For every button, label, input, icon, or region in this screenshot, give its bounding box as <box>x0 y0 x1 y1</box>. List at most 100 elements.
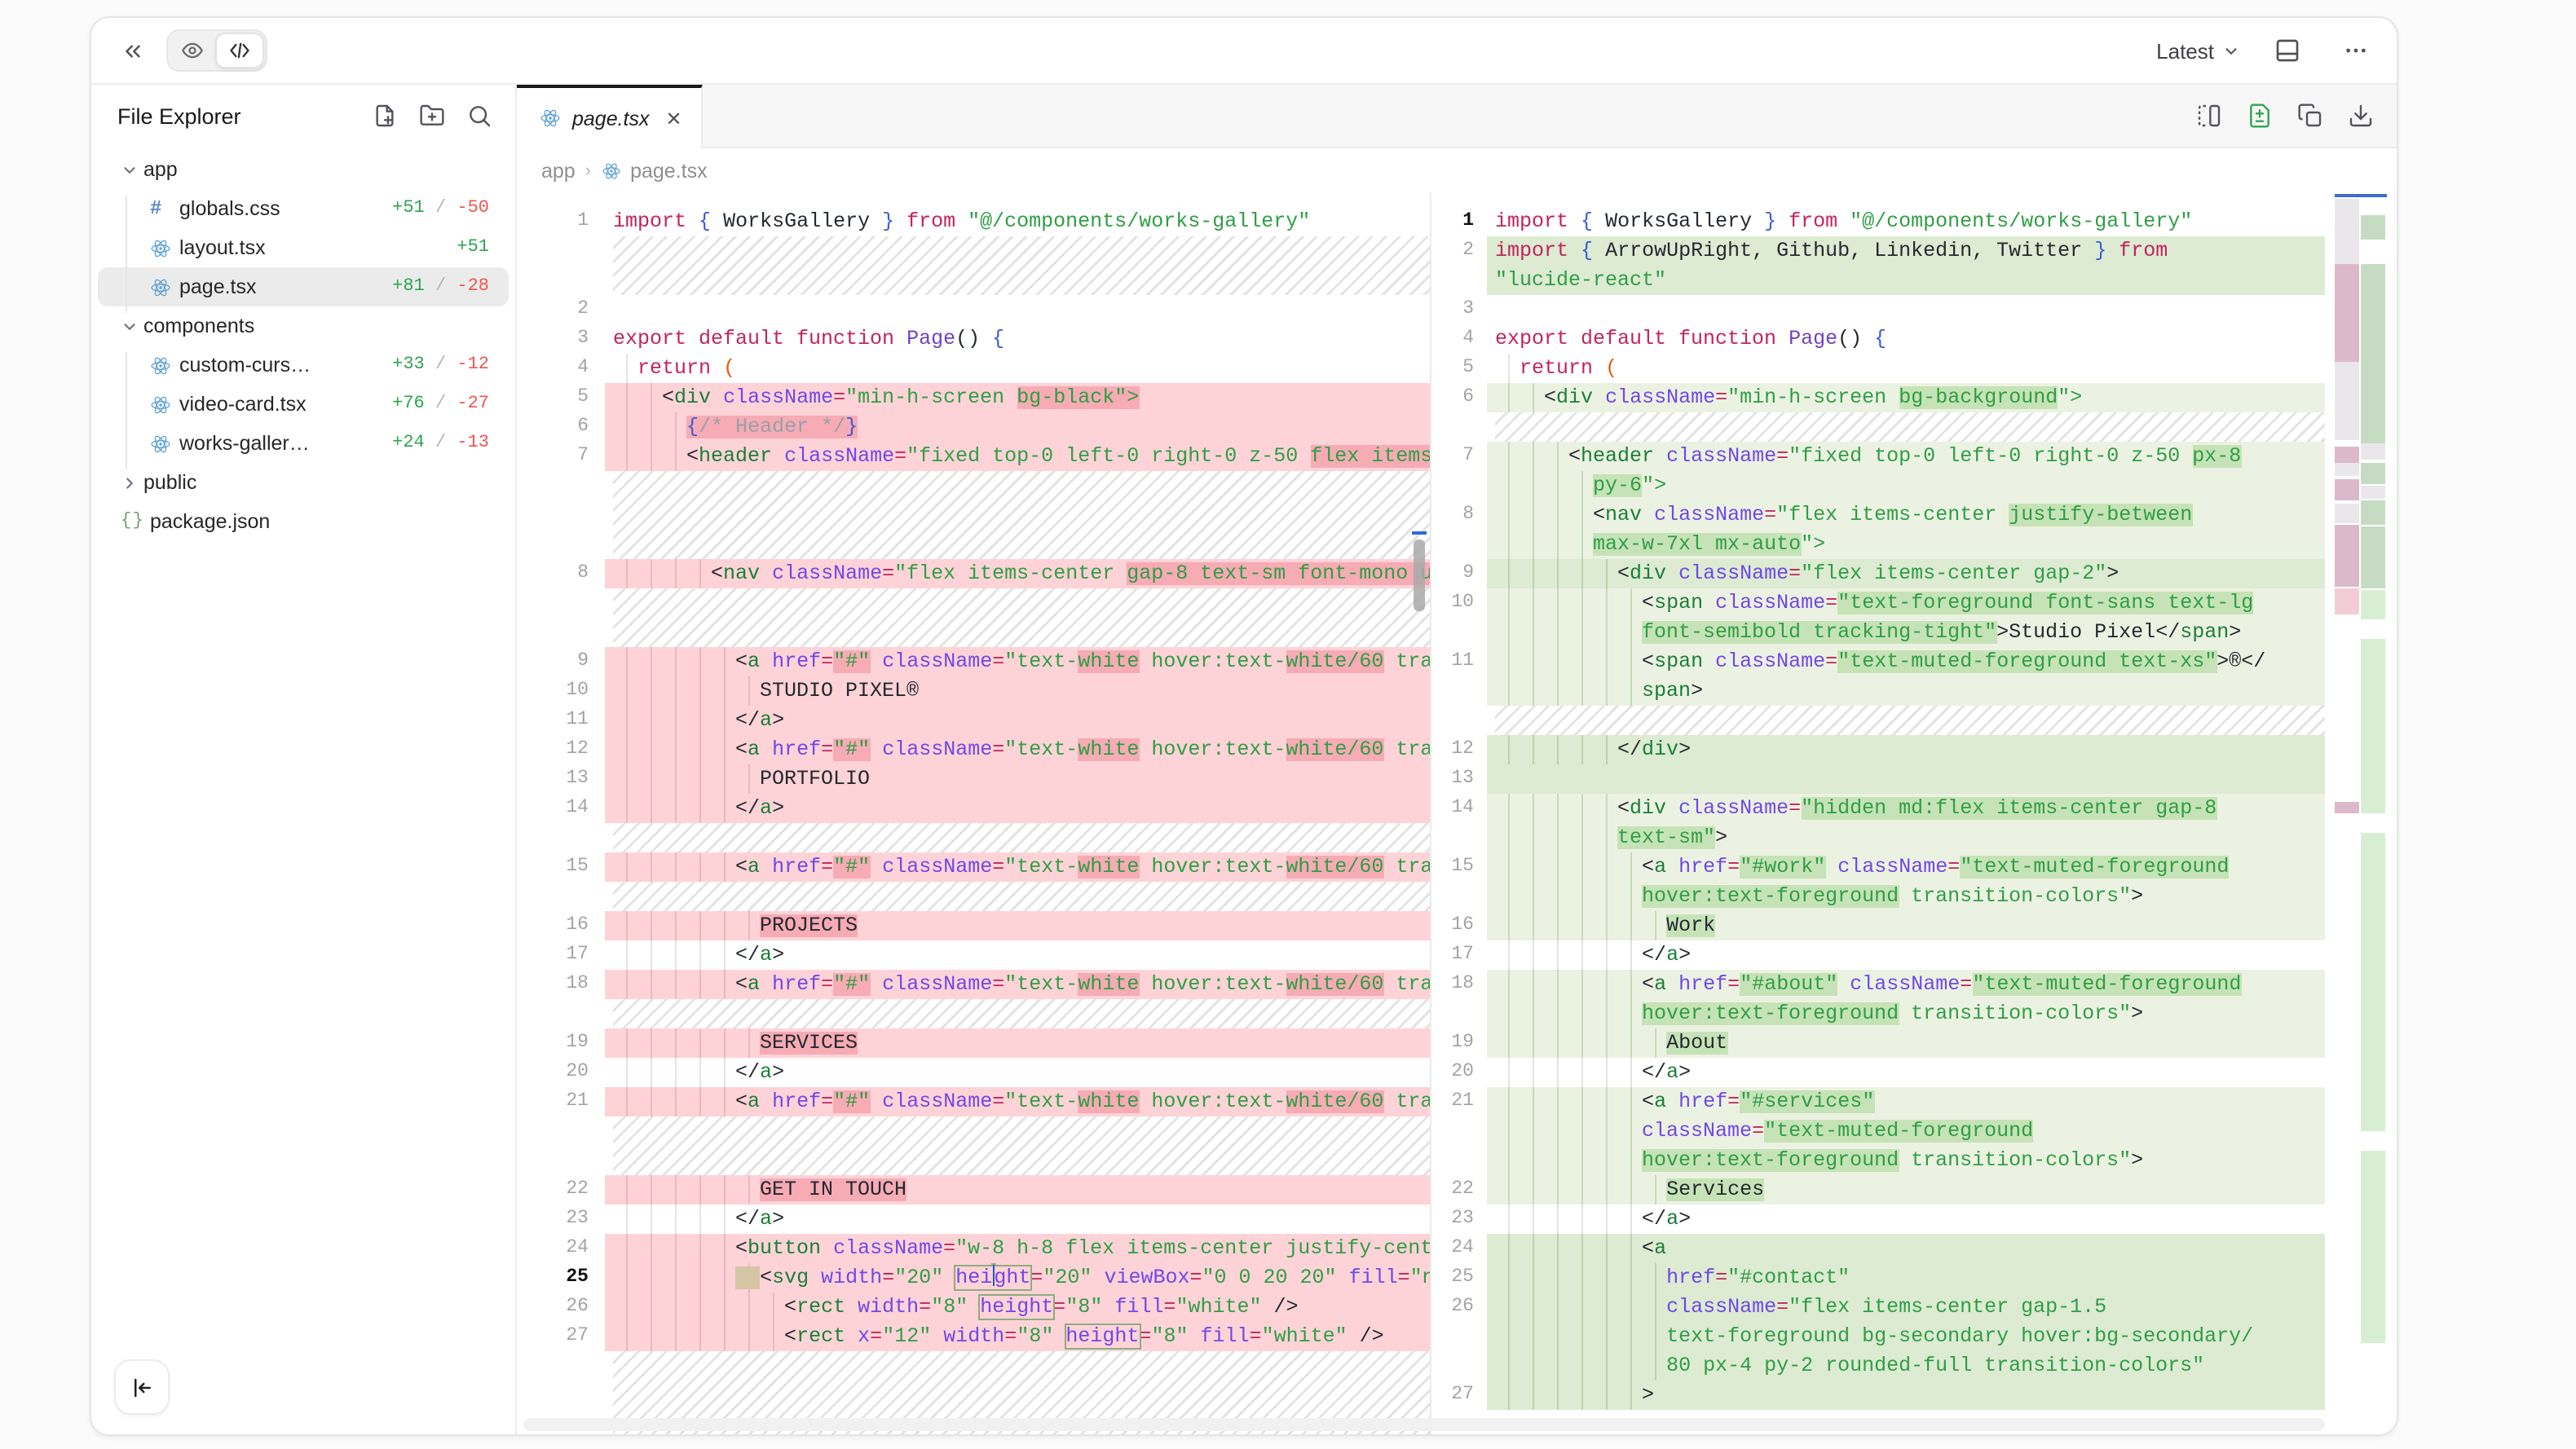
more-options-button[interactable] <box>2335 29 2377 72</box>
code-line[interactable]: 1import { WorksGallery } from "@/compone… <box>1431 207 2397 236</box>
code-line[interactable]: 22 GET IN TOUCH <box>517 1175 1430 1205</box>
search-icon[interactable] <box>466 103 492 129</box>
vertical-scrollbar[interactable] <box>1414 540 1425 611</box>
code-line[interactable]: "lucide-react" <box>1431 266 2397 295</box>
code-line[interactable]: 22 Services <box>1431 1175 2397 1205</box>
horizontal-scrollbar[interactable] <box>523 1418 2325 1431</box>
tree-item-custom-curs-[interactable]: custom-curs…+33 / -12 <box>98 346 509 385</box>
copy-icon[interactable] <box>2297 103 2323 129</box>
code-line[interactable]: 26 className="flex items-center gap-1.5 <box>1431 1293 2397 1322</box>
tree-item-package.json[interactable]: { }package.json <box>98 502 509 541</box>
diff-pane-new[interactable]: 1import { WorksGallery } from "@/compone… <box>1431 192 2397 1434</box>
code-line[interactable]: 19 About <box>1431 1028 2397 1058</box>
code-line[interactable]: 13 <box>1431 764 2397 794</box>
code-line[interactable]: 15 <a href="#" className="text-white hov… <box>517 852 1430 882</box>
code-line[interactable]: 11 </a> <box>517 706 1430 735</box>
code-line[interactable]: 5 <div className="min-h-screen bg-black"… <box>517 383 1430 412</box>
diff-minimap[interactable] <box>2335 194 2387 1434</box>
code-line[interactable]: 5 return ( <box>1431 354 2397 383</box>
collapse-panel-button[interactable] <box>111 29 153 72</box>
code-line[interactable]: 13 PORTFOLIO <box>517 764 1430 794</box>
code-toggle-button[interactable] <box>215 33 264 68</box>
code-line[interactable]: hover:text-foreground transition-colors"… <box>1431 882 2397 911</box>
tree-item-layout.tsx[interactable]: layout.tsx+51 <box>98 228 509 267</box>
new-folder-icon[interactable] <box>419 103 445 129</box>
code-line[interactable]: 4 return ( <box>517 354 1430 383</box>
code-line[interactable]: 23 </a> <box>1431 1205 2397 1234</box>
code-line[interactable]: 27 > <box>1431 1381 2397 1410</box>
code-line[interactable]: 8 <nav className="flex items-center just… <box>1431 500 2397 530</box>
code-line[interactable]: 26 <rect width="8" height="8" fill="whit… <box>517 1293 1430 1322</box>
code-line[interactable]: 2import { ArrowUpRight, Github, Linkedin… <box>1431 236 2397 266</box>
code-line[interactable]: 23 </a> <box>517 1205 1430 1234</box>
code-line[interactable]: 80 px-4 py-2 rounded-full transition-col… <box>1431 1351 2397 1381</box>
code-line[interactable]: 25 href="#contact" <box>1431 1263 2397 1293</box>
code-line[interactable]: className="text-muted-foreground <box>1431 1116 2397 1146</box>
code-line[interactable]: 10 STUDIO PIXEL® <box>517 676 1430 706</box>
code-line[interactable]: 20 </a> <box>1431 1058 2397 1087</box>
collapse-sidebar-button[interactable] <box>114 1359 170 1415</box>
code-line[interactable]: hover:text-foreground transition-colors"… <box>1431 1146 2397 1175</box>
breadcrumb-app[interactable]: app <box>541 159 576 182</box>
tree-item-works-galler-[interactable]: works-galler…+24 / -13 <box>98 424 509 463</box>
code-line[interactable]: 9 <div className="flex items-center gap-… <box>1431 559 2397 588</box>
code-line[interactable]: 12 <a href="#" className="text-white hov… <box>517 735 1430 764</box>
preview-toggle-button[interactable] <box>170 33 215 68</box>
tree-item-video-card.tsx[interactable]: video-card.tsx+76 / -27 <box>98 385 509 424</box>
code-line[interactable]: 6 {/* Header */} <box>517 412 1430 442</box>
code-line[interactable]: font-semibold tracking-tight">Studio Pix… <box>1431 618 2397 647</box>
code-line[interactable]: 3 <box>1431 295 2397 324</box>
panel-layout-button[interactable] <box>2266 29 2309 72</box>
diff-pane-old[interactable]: 1import { WorksGallery } from "@/compone… <box>517 192 1431 1434</box>
code-line[interactable]: 6 <div className="min-h-screen bg-backgr… <box>1431 383 2397 412</box>
code-line[interactable]: 7 <header className="fixed top-0 left-0 … <box>1431 442 2397 471</box>
code-line[interactable]: text-sm"> <box>1431 823 2397 852</box>
code-line[interactable]: py-6"> <box>1431 471 2397 500</box>
breadcrumb-file[interactable]: page.tsx <box>630 159 708 182</box>
tree-item-components[interactable]: components <box>98 306 509 346</box>
split-view-icon[interactable] <box>2196 103 2222 129</box>
code-line[interactable]: 14 <div className="hidden md:flex items-… <box>1431 794 2397 823</box>
code-line[interactable]: 20 </a> <box>517 1058 1430 1087</box>
code-line[interactable]: 27 <rect x="12" width="8" height="8" fil… <box>517 1322 1430 1351</box>
code-line[interactable]: 19 SERVICES <box>517 1028 1430 1058</box>
code-line[interactable]: 17 </a> <box>517 940 1430 970</box>
code-line[interactable]: 1import { WorksGallery } from "@/compone… <box>517 207 1430 236</box>
code-line[interactable]: 18 <a href="#about" className="text-mute… <box>1431 970 2397 999</box>
tree-item-globals.css[interactable]: #globals.css+51 / -50 <box>98 189 509 228</box>
code-line[interactable]: 7 <header className="fixed top-0 left-0 … <box>517 442 1430 471</box>
code-line[interactable]: 10 <span className="text-foreground font… <box>1431 588 2397 618</box>
tree-item-page.tsx[interactable]: page.tsx+81 / -28 <box>98 267 509 306</box>
code-line[interactable]: 24 <button className="w-8 h-8 flex items… <box>517 1234 1430 1263</box>
code-line[interactable]: 8 <nav className="flex items-center gap-… <box>517 559 1430 588</box>
code-line[interactable]: max-w-7xl mx-auto"> <box>1431 530 2397 559</box>
code-line[interactable]: 9 <a href="#" className="text-white hove… <box>517 647 1430 676</box>
code-line[interactable]: 21 <a href="#" className="text-white hov… <box>517 1087 1430 1116</box>
code-line[interactable]: hover:text-foreground transition-colors"… <box>1431 999 2397 1028</box>
code-line[interactable]: 17 </a> <box>1431 940 2397 970</box>
tab-page-tsx[interactable]: page.tsx ✕ <box>517 85 704 148</box>
code-line[interactable]: 3export default function Page() { <box>517 324 1430 354</box>
code-line[interactable]: span> <box>1431 676 2397 706</box>
code-line[interactable]: 2 <box>517 295 1430 324</box>
code-line[interactable]: text-foreground bg-secondary hover:bg-se… <box>1431 1322 2397 1351</box>
code-line[interactable]: 16 Work <box>1431 911 2397 940</box>
code-line[interactable]: 15 <a href="#work" className="text-muted… <box>1431 852 2397 882</box>
code-line[interactable]: 18 <a href="#" className="text-white hov… <box>517 970 1430 999</box>
close-icon[interactable]: ✕ <box>666 107 682 130</box>
code-line[interactable]: 21 <a href="#services" <box>1431 1087 2397 1116</box>
code-line[interactable]: 14 </a> <box>517 794 1430 823</box>
download-icon[interactable] <box>2348 103 2374 129</box>
code-line[interactable]: 24 <a <box>1431 1234 2397 1263</box>
code-line[interactable]: 16 PROJECTS <box>517 911 1430 940</box>
tree-item-app[interactable]: app <box>98 150 509 189</box>
code-line[interactable]: 11 <span className="text-muted-foregroun… <box>1431 647 2397 676</box>
line-number: 20 <box>1431 1058 1487 1087</box>
code-line[interactable]: 4export default function Page() { <box>1431 324 2397 354</box>
file-diff-icon[interactable] <box>2247 103 2273 129</box>
new-file-icon[interactable] <box>372 103 398 129</box>
code-line[interactable]: 12 </div> <box>1431 735 2397 764</box>
tree-item-public[interactable]: public <box>98 463 509 502</box>
version-dropdown[interactable]: Latest <box>2156 38 2240 63</box>
code-line[interactable]: 25 <svg width="20" height="20" viewBox="… <box>517 1263 1430 1293</box>
